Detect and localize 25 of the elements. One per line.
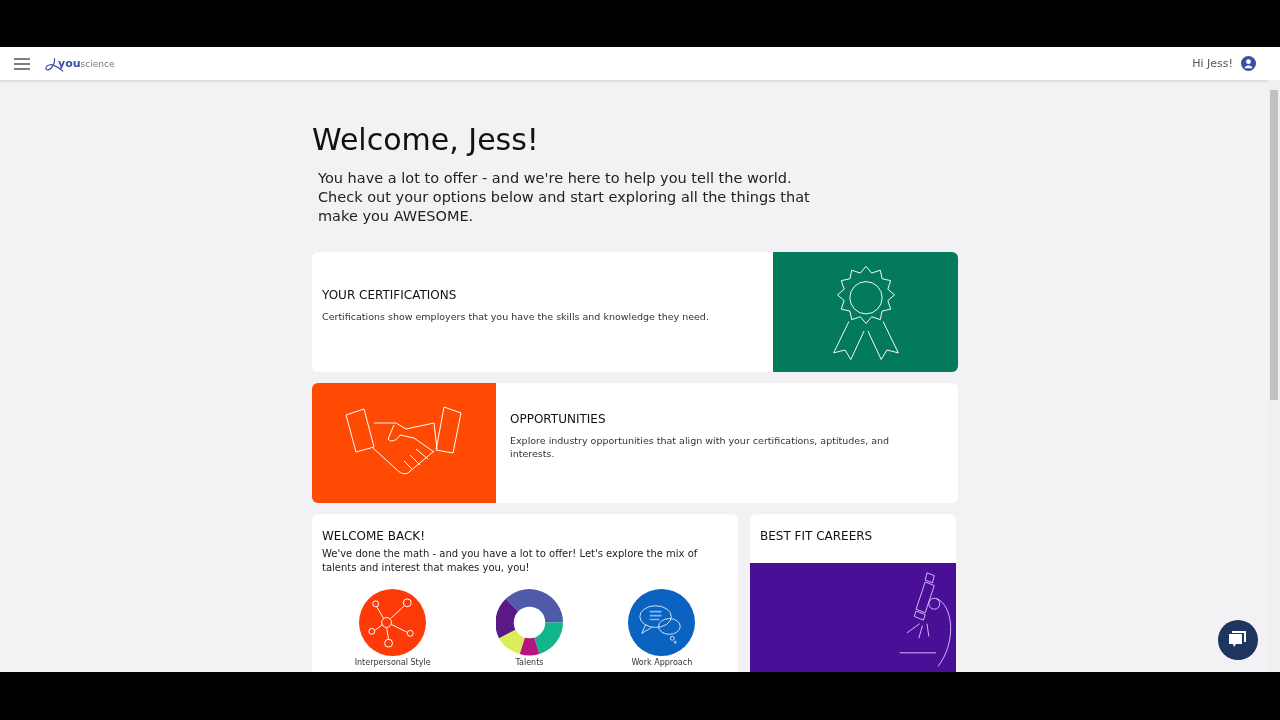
chat-icon[interactable]	[628, 589, 696, 656]
welcome-text: You have a lot to offer - and we're here to help you tell the world. Check out your options below and start exploring all the things that make you AWESOME.	[318, 169, 811, 226]
donut-icon[interactable]	[496, 589, 563, 656]
welcome-title: Welcome, Jess!	[312, 122, 540, 157]
chat-button[interactable]	[1218, 620, 1258, 660]
circle-label[interactable]: Interpersonal Style	[354, 658, 431, 667]
card-description: We've done the math - and you have a lot to offer! Let's explore the mix of talents and interest that makes you, you!	[322, 547, 699, 575]
best-fit-card[interactable]: BEST FIT CAREERS	[750, 514, 956, 672]
network-icon[interactable]	[359, 589, 427, 656]
card-title: BEST FIT CAREERS	[759, 528, 874, 545]
scrollbar[interactable]	[1268, 80, 1280, 672]
menu-icon[interactable]	[14, 57, 30, 70]
card-title: YOUR CERTIFICATIONS	[322, 287, 458, 302]
feature-card[interactable]: YOUR CERTIFICATIONS Certifications show employers that you have the skills and knowledge they need.	[312, 252, 958, 372]
card-title: OPPORTUNITIES	[510, 412, 607, 426]
card-title: WELCOME BACK!	[322, 529, 426, 543]
feature-card[interactable]: OPPORTUNITIES Explore industry opportunities that align with your certifications, aptitudes, and interests.	[312, 383, 958, 503]
chat-bubble-icon	[1228, 631, 1248, 649]
card-description: Certifications show employers that you have the skills and knowledge they need.	[322, 309, 710, 323]
logo[interactable]: youscience	[44, 53, 115, 74]
greeting: Hi Jess!	[1192, 57, 1233, 70]
circle-label[interactable]: Work Approach	[631, 658, 693, 667]
card-description: Explore industry opportunities that align with your certifications, aptitudes, and interests.	[510, 434, 891, 460]
circle-label[interactable]: Talents	[515, 658, 544, 667]
user-icon[interactable]	[1241, 56, 1256, 71]
